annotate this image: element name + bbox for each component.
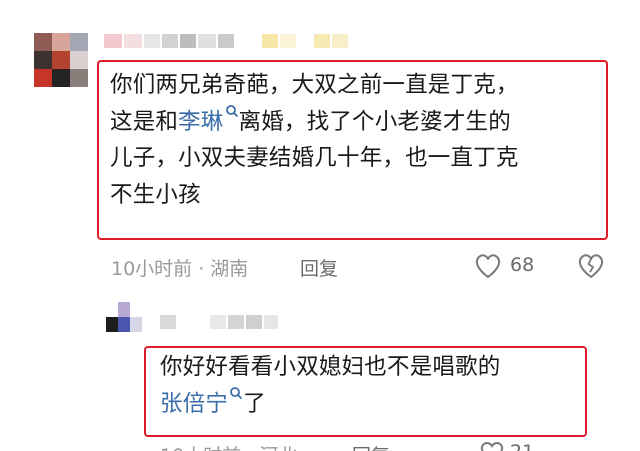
- reply-button[interactable]: 回复: [300, 254, 338, 281]
- comment-line: 这是和李琳 离婚，找了个小老婆才生的: [110, 104, 600, 141]
- comment-text-segment: 离婚，找了个小老婆才生的: [238, 108, 511, 135]
- mention-name[interactable]: 李琳: [178, 109, 223, 135]
- comment-text: 你们两兄弟奇葩，大双之前一直是丁克， 这是和李琳 离婚，找了个小老婆才生的 儿子，…: [110, 67, 600, 213]
- mention-link[interactable]: 李琳: [178, 104, 238, 135]
- username-blurred[interactable]: [104, 34, 234, 48]
- like-count: 68: [510, 254, 535, 276]
- user-badges-blurred: [262, 34, 348, 48]
- reply-meta: 10小时前 · 河北: [160, 441, 297, 451]
- reply-username-blurred[interactable]: [160, 315, 278, 329]
- avatar[interactable]: [34, 33, 88, 87]
- search-icon: [230, 386, 243, 399]
- mention-name[interactable]: 张倍宁: [160, 391, 228, 417]
- comment-line: 儿子，小双夫妻结婚几十年，也一直丁克: [110, 145, 519, 171]
- dislike-broken-heart-icon[interactable]: [576, 252, 606, 280]
- comment-text-segment: 了: [243, 390, 266, 417]
- reply-reply-button[interactable]: 回复: [352, 441, 390, 451]
- search-icon: [225, 104, 238, 117]
- comment-line: 你好好看看小双媳妇也不是唱歌的: [160, 354, 501, 380]
- reply-avatar[interactable]: [106, 302, 142, 332]
- like-heart-icon[interactable]: [473, 252, 503, 280]
- reply-text: 你好好看看小双媳妇也不是唱歌的 张倍宁了: [160, 349, 580, 422]
- mention-link[interactable]: 张倍宁: [160, 386, 243, 417]
- comment-line: 你们两兄弟奇葩，大双之前一直是丁克，: [110, 72, 519, 98]
- comment-text-segment: 这是和: [110, 108, 179, 135]
- like-heart-icon[interactable]: [478, 441, 506, 451]
- comment-line: 不生小孩: [110, 181, 201, 208]
- comment-meta: 10小时前 · 湖南: [111, 258, 249, 280]
- reply-like-count: 21: [510, 441, 534, 451]
- comment-line: 张倍宁了: [160, 386, 580, 423]
